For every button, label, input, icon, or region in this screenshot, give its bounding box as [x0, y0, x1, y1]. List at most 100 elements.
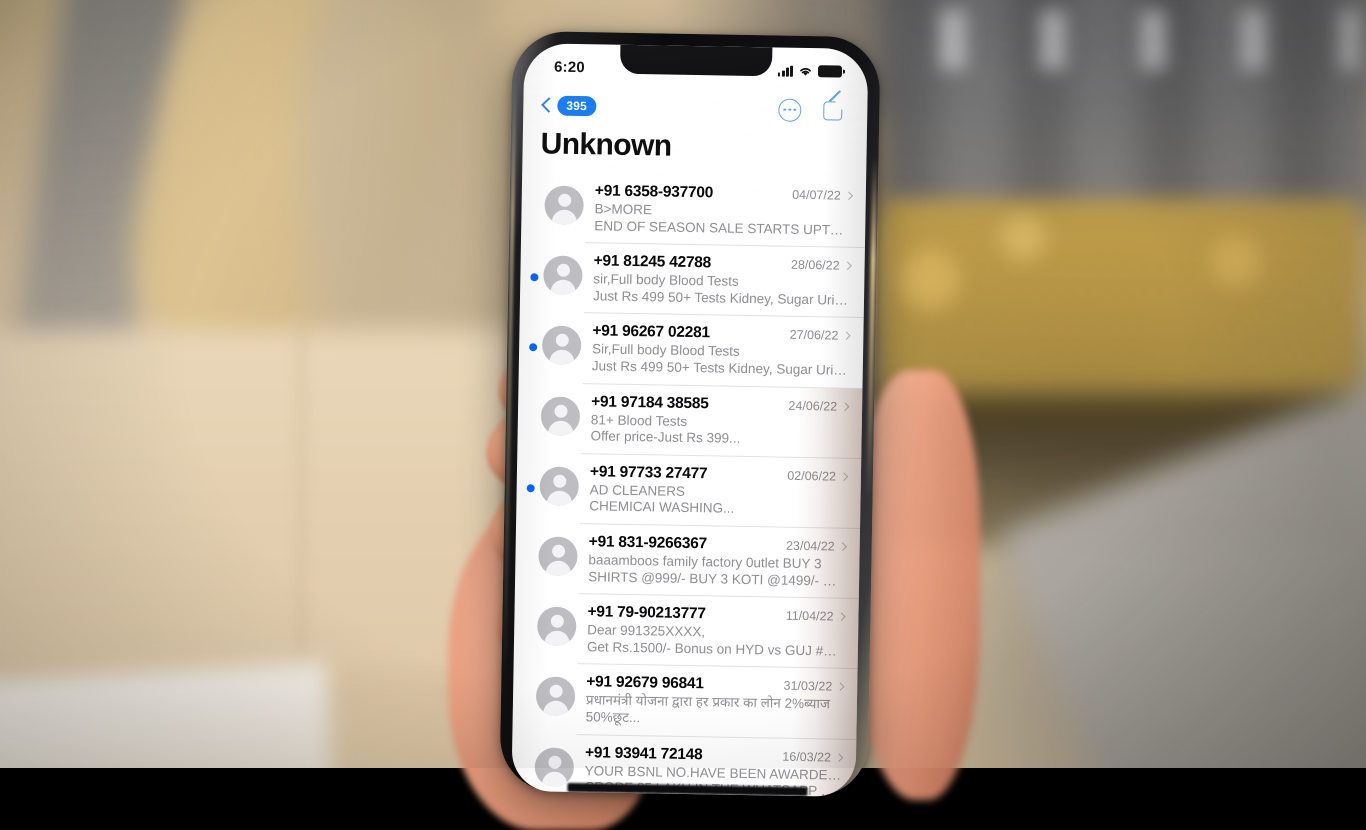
unread-indicator	[523, 694, 531, 702]
message-meta: 23/04/22	[786, 539, 846, 554]
message-meta: 31/03/22	[783, 679, 843, 694]
status-bar-time: 6:20	[554, 58, 585, 76]
message-row[interactable]: +91 6358-937700 04/07/22 B>MORE END OF S…	[521, 171, 866, 247]
message-date: 16/03/22	[782, 749, 831, 764]
page-title: Unknown	[522, 127, 867, 167]
unread-count-badge: 395	[557, 96, 596, 116]
sender-number: +91 6358-937700	[595, 182, 714, 202]
chevron-right-icon	[838, 542, 846, 550]
more-circle-icon[interactable]	[778, 98, 801, 121]
message-preview-line2: Get Rs.1500/- Bonus on HYD vs GUJ #T20..…	[587, 639, 844, 660]
message-content: +91 92679 96841 31/03/22 प्रधानमंत्री यो…	[586, 672, 844, 731]
wifi-icon	[798, 65, 813, 77]
person-avatar-icon	[534, 747, 574, 787]
unread-indicator	[530, 273, 538, 281]
status-bar-indicators	[778, 64, 842, 77]
message-row[interactable]: +91 79-90213777 11/04/22 Dear 991325XXXX…	[514, 592, 859, 668]
message-date: 31/03/22	[783, 679, 832, 694]
person-avatar-icon	[541, 396, 581, 436]
message-content: +91 831-9266367 23/04/22 baaamboos famil…	[588, 531, 846, 590]
message-content: +91 97184 38585 24/06/22 81+ Blood Tests…	[590, 391, 848, 450]
chevron-right-icon	[840, 472, 848, 480]
background-building-windows	[940, 10, 1360, 70]
message-meta: 04/07/22	[792, 188, 852, 203]
smartphone: 6:20 395	[499, 31, 880, 797]
person-avatar-icon	[536, 677, 576, 717]
compose-message-icon[interactable]	[823, 99, 845, 121]
message-meta: 02/06/22	[787, 468, 847, 483]
person-avatar-icon	[543, 256, 583, 296]
unread-indicator	[532, 203, 540, 211]
unread-indicator	[525, 554, 533, 562]
message-date: 11/04/22	[786, 609, 834, 624]
message-row[interactable]: +91 97733 27477 02/06/22 AD CLEANERS CHE…	[516, 452, 861, 528]
battery-full-icon	[818, 65, 842, 77]
message-date: 02/06/22	[787, 468, 836, 483]
message-preview-line2: Just Rs 499 50+ Tests Kidney, Sugar Urin…	[592, 358, 849, 379]
chevron-right-icon	[843, 262, 851, 270]
background-bokeh-3	[1210, 235, 1262, 287]
unread-indicator	[522, 765, 530, 773]
phone-screen: 6:20 395	[511, 43, 868, 797]
message-row[interactable]: +91 96267 02281 27/06/22 Sir,Full body B…	[519, 311, 864, 387]
navigation-actions	[778, 98, 845, 122]
unread-indicator	[529, 344, 537, 352]
chevron-right-icon	[845, 191, 853, 199]
message-preview-line2: Offer price-Just Rs 399...	[590, 428, 847, 449]
message-date: 04/07/22	[792, 188, 841, 203]
person-avatar-icon	[539, 466, 579, 506]
unread-indicator	[524, 624, 532, 632]
background-wall-seam	[300, 330, 303, 660]
unread-indicator	[527, 484, 535, 492]
message-content: +91 96267 02281 27/06/22 Sir,Full body B…	[592, 321, 850, 380]
person-avatar-icon	[538, 536, 578, 576]
chevron-right-icon	[836, 683, 844, 691]
message-row[interactable]: +91 831-9266367 23/04/22 baaamboos famil…	[515, 522, 860, 598]
background-bokeh-1	[900, 250, 960, 310]
message-meta: 11/04/22	[786, 609, 845, 624]
chevron-right-icon	[842, 332, 850, 340]
sender-number: +91 96267 02281	[592, 323, 710, 343]
message-content: +91 81245 42788 28/06/22 sir,Full body B…	[593, 250, 851, 309]
navigation-bar: 395	[523, 83, 868, 133]
message-meta: 16/03/22	[782, 749, 842, 764]
sender-number: +91 92679 96841	[586, 674, 704, 694]
person-avatar-icon	[537, 606, 577, 646]
unread-indicator	[528, 414, 536, 422]
message-date: 28/06/22	[791, 258, 840, 273]
message-content: +91 79-90213777 11/04/22 Dear 991325XXXX…	[587, 601, 845, 660]
message-preview-line2: Just Rs 499 50+ Tests Kidney, Sugar Urin…	[593, 288, 850, 309]
background-ledge	[0, 662, 333, 768]
thumb-hand	[850, 330, 1030, 770]
message-list[interactable]: +91 6358-937700 04/07/22 B>MORE END OF S…	[511, 171, 866, 797]
sender-number: +91 79-90213777	[587, 603, 706, 623]
sender-number: +91 831-9266367	[589, 533, 708, 553]
message-date: 24/06/22	[788, 398, 837, 413]
message-content: +91 97733 27477 02/06/22 AD CLEANERS CHE…	[589, 461, 847, 520]
sender-number: +91 81245 42788	[593, 252, 711, 272]
chevron-right-icon	[837, 613, 845, 621]
background-bokeh-2	[1000, 215, 1046, 261]
sender-number: +91 93941 72148	[585, 744, 703, 764]
message-meta: 28/06/22	[791, 258, 851, 273]
message-row[interactable]: +91 81245 42788 28/06/22 sir,Full body B…	[520, 241, 865, 317]
message-date: 27/06/22	[790, 328, 839, 343]
message-row[interactable]: +91 92679 96841 31/03/22 प्रधानमंत्री यो…	[512, 662, 857, 738]
back-button[interactable]: 395	[541, 96, 596, 116]
message-row[interactable]: +91 97184 38585 24/06/22 81+ Blood Tests…	[517, 382, 862, 458]
message-date: 23/04/22	[786, 539, 835, 554]
sender-number: +91 97733 27477	[590, 463, 708, 483]
message-meta: 27/06/22	[790, 328, 850, 343]
message-content: +91 6358-937700 04/07/22 B>MORE END OF S…	[594, 180, 852, 239]
message-preview-line2: END OF SEASON SALE STARTS UPTO...	[594, 218, 851, 239]
cellular-signal-icon	[778, 65, 793, 76]
display-notch	[620, 45, 772, 77]
chevron-right-icon	[841, 402, 849, 410]
message-meta: 24/06/22	[788, 398, 848, 413]
person-avatar-icon	[542, 326, 582, 366]
person-avatar-icon	[544, 185, 584, 225]
chevron-left-icon	[541, 96, 552, 114]
chevron-right-icon	[835, 753, 843, 761]
message-preview-line2: CHEMICAI WASHING...	[589, 499, 846, 520]
sender-number: +91 97184 38585	[591, 393, 709, 413]
